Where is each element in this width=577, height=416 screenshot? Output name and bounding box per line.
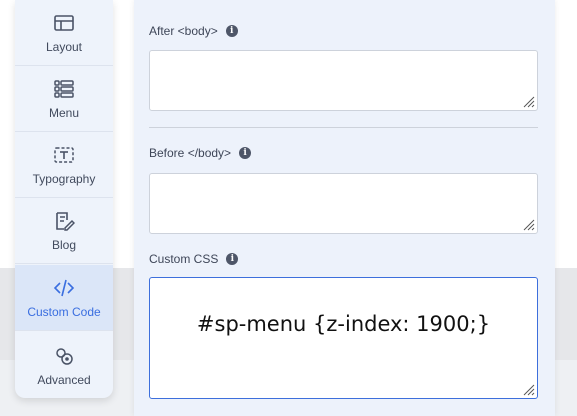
sidebar-item-menu[interactable]: Menu	[15, 66, 113, 132]
custom-code-panel: After <body> i Before </body> i Custom C…	[134, 0, 555, 416]
sidebar-item-label: Advanced	[37, 373, 91, 387]
sidebar-item-advanced[interactable]: Advanced	[15, 332, 113, 398]
sidebar-item-custom-code[interactable]: Custom Code	[15, 265, 113, 331]
blog-icon	[56, 212, 75, 231]
sidebar-item-label: Layout	[45, 40, 83, 54]
after-body-label: After <body> i	[149, 24, 238, 38]
section-divider	[149, 127, 538, 128]
info-icon[interactable]: i	[225, 25, 238, 37]
before-body-label-text: Before </body>	[149, 146, 232, 160]
code-icon	[53, 279, 75, 297]
resize-handle-icon[interactable]	[523, 219, 535, 231]
after-body-label-text: After <body>	[149, 24, 218, 38]
layout-icon	[54, 15, 74, 31]
custom-css-label-text: Custom CSS	[149, 252, 219, 266]
sidebar-item-blog[interactable]: Blog	[15, 198, 113, 264]
menu-icon	[54, 80, 74, 98]
before-body-textarea[interactable]	[149, 173, 538, 234]
resize-handle-icon[interactable]	[523, 96, 535, 108]
sidebar-item-label: Typography	[32, 172, 96, 186]
info-icon[interactable]: i	[226, 253, 239, 265]
custom-css-textarea[interactable]: #sp-menu {z-index: 1900;}	[149, 277, 538, 399]
custom-css-value: #sp-menu {z-index: 1900;}	[196, 312, 491, 336]
sidebar-item-label: Custom Code	[27, 305, 101, 319]
typography-icon	[54, 147, 74, 163]
advanced-icon	[56, 348, 73, 365]
custom-css-label: Custom CSS i	[149, 252, 239, 266]
options-sidebar: Layout Menu Typography Blog Custom Code …	[15, 0, 113, 398]
before-body-label: Before </body> i	[149, 146, 252, 160]
after-body-textarea[interactable]	[149, 50, 538, 111]
sidebar-item-layout[interactable]: Layout	[15, 0, 113, 66]
resize-handle-icon[interactable]	[523, 384, 535, 396]
info-icon[interactable]: i	[239, 147, 252, 159]
sidebar-item-label: Menu	[48, 106, 80, 120]
sidebar-item-label: Blog	[51, 238, 77, 252]
sidebar-item-typography[interactable]: Typography	[15, 132, 113, 198]
